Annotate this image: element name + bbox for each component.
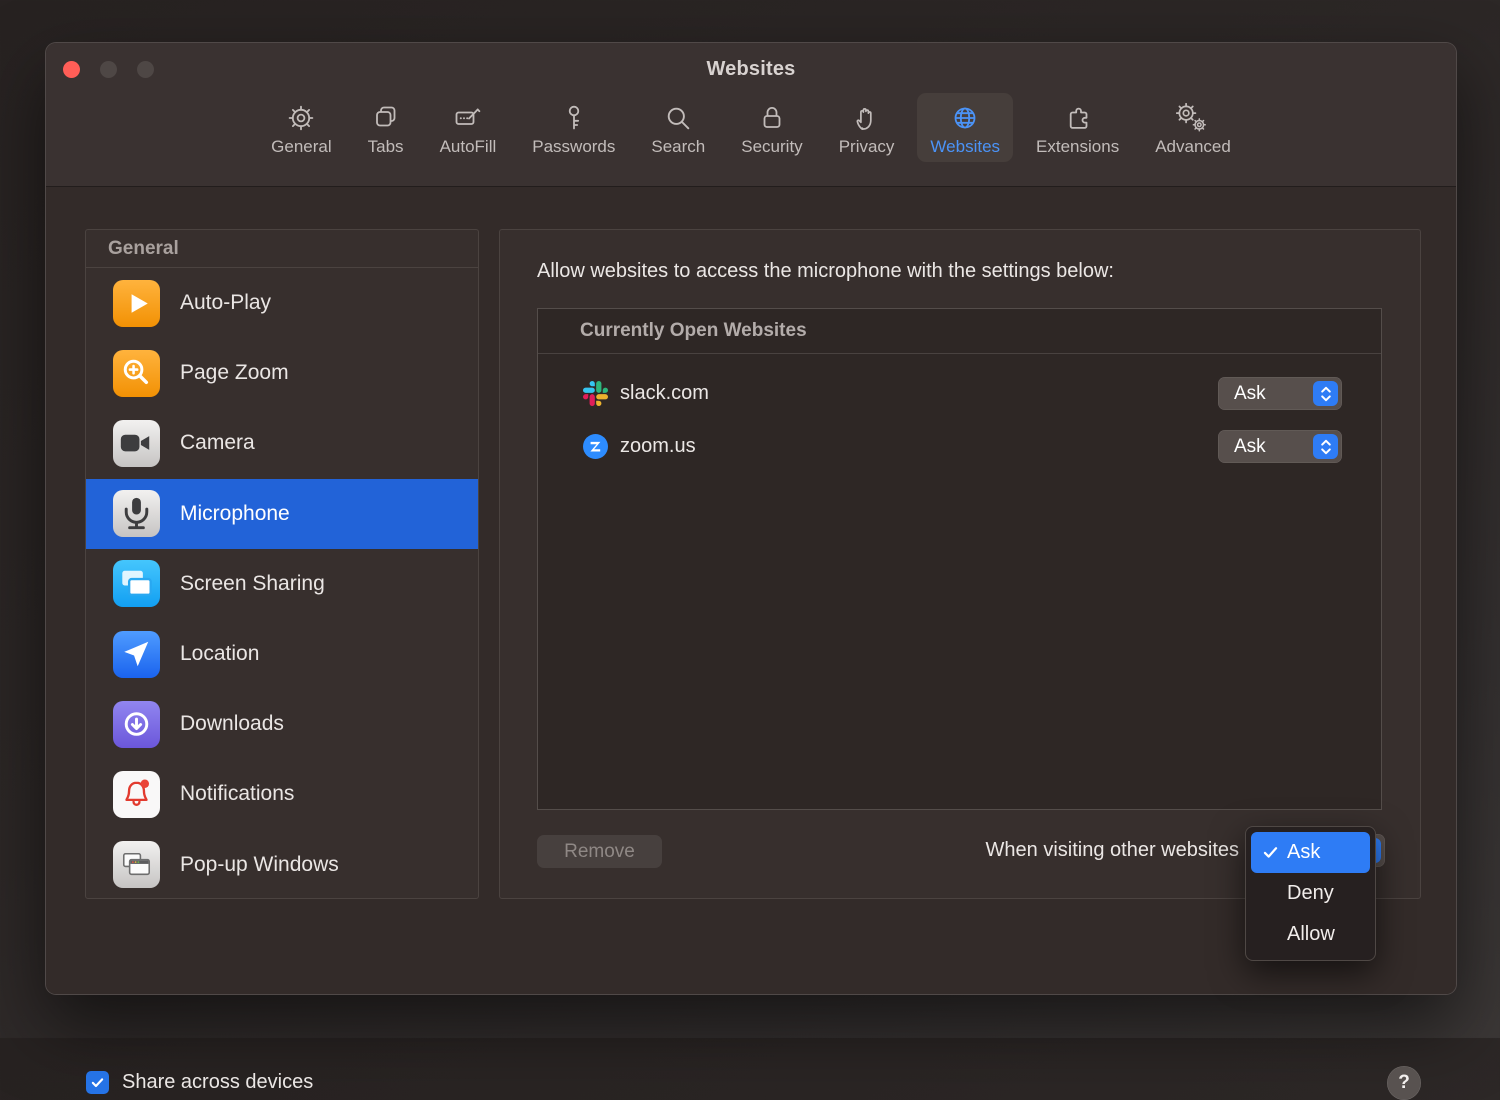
notifications-bell-icon bbox=[113, 771, 160, 818]
slack-favicon bbox=[583, 381, 608, 406]
preferences-content: General Auto-Play Page Zoom bbox=[46, 187, 1456, 994]
toolbar-tab-tabs[interactable]: Tabs bbox=[355, 93, 417, 162]
sidebar-item-label: Camera bbox=[180, 431, 255, 455]
help-button[interactable]: ? bbox=[1387, 1066, 1421, 1100]
autofill-icon bbox=[453, 101, 483, 133]
menu-option-allow[interactable]: Allow bbox=[1251, 914, 1370, 955]
location-arrow-icon bbox=[113, 631, 160, 678]
share-checkbox[interactable] bbox=[86, 1071, 109, 1094]
gear-icon bbox=[286, 101, 316, 133]
menu-option-label: Deny bbox=[1287, 882, 1334, 905]
microphone-settings-panel: Allow websites to access the microphone … bbox=[499, 229, 1421, 899]
dropdown-value: Ask bbox=[1234, 436, 1266, 458]
microphone-icon bbox=[113, 490, 160, 537]
sidebar-item-location[interactable]: Location bbox=[86, 619, 478, 689]
hand-icon bbox=[852, 101, 882, 133]
toolbar-tab-label: AutoFill bbox=[440, 138, 497, 155]
share-checkbox-label: Share across devices bbox=[122, 1071, 313, 1094]
zoom-favicon bbox=[583, 434, 608, 459]
sidebar-item-label: Downloads bbox=[180, 712, 284, 736]
toolbar-tab-label: General bbox=[271, 138, 331, 155]
lock-icon bbox=[757, 101, 787, 133]
sidebar-item-auto-play[interactable]: Auto-Play bbox=[86, 268, 478, 338]
toolbar-tab-general[interactable]: General bbox=[258, 93, 344, 162]
toolbar-tab-label: Search bbox=[651, 138, 705, 155]
menu-option-label: Ask bbox=[1287, 841, 1320, 864]
toolbar-tab-autofill[interactable]: AutoFill bbox=[427, 93, 510, 162]
toolbar-tab-label: Security bbox=[741, 138, 802, 155]
toolbar-tab-advanced[interactable]: Advanced bbox=[1142, 93, 1244, 162]
toolbar-tab-label: Passwords bbox=[532, 138, 615, 155]
toolbar-tab-label: Tabs bbox=[368, 138, 404, 155]
page-zoom-icon bbox=[113, 350, 160, 397]
toolbar-tab-extensions[interactable]: Extensions bbox=[1023, 93, 1132, 162]
table-row[interactable]: slack.com Ask bbox=[538, 367, 1381, 420]
check-icon bbox=[1258, 844, 1282, 861]
sidebar-item-label: Pop-up Windows bbox=[180, 853, 339, 877]
sidebar-item-label: Screen Sharing bbox=[180, 572, 325, 596]
toolbar-tab-label: Extensions bbox=[1036, 138, 1119, 155]
toolbar-tab-passwords[interactable]: Passwords bbox=[519, 93, 628, 162]
sidebar-item-label: Notifications bbox=[180, 782, 294, 806]
safari-preferences-window: Websites General Tabs bbox=[45, 42, 1457, 995]
toolbar-tab-search[interactable]: Search bbox=[638, 93, 718, 162]
sidebar-item-label: Location bbox=[180, 642, 259, 666]
up-down-chevrons-icon bbox=[1313, 434, 1338, 459]
permission-dropdown-slack[interactable]: Ask bbox=[1218, 377, 1342, 410]
site-domain: zoom.us bbox=[620, 435, 696, 458]
up-down-chevrons-icon bbox=[1313, 381, 1338, 406]
auto-play-icon bbox=[113, 280, 160, 327]
permission-popup-menu: Ask Deny Allow bbox=[1245, 826, 1376, 961]
toolbar-tab-label: Advanced bbox=[1155, 138, 1231, 155]
screen-sharing-icon bbox=[113, 560, 160, 607]
when-visiting-label: When visiting other websites bbox=[986, 834, 1239, 867]
sidebar: General Auto-Play Page Zoom bbox=[85, 229, 479, 899]
downloads-icon bbox=[113, 701, 160, 748]
sidebar-item-screen-sharing[interactable]: Screen Sharing bbox=[86, 549, 478, 619]
camera-icon bbox=[113, 420, 160, 467]
pop-up-windows-icon bbox=[113, 841, 160, 888]
toolbar-tab-security[interactable]: Security bbox=[728, 93, 815, 162]
titlebar-toolbar: Websites General Tabs bbox=[46, 43, 1456, 187]
toolbar-tab-privacy[interactable]: Privacy bbox=[826, 93, 908, 162]
table-header: Currently Open Websites bbox=[538, 309, 1381, 354]
sidebar-section-header: General bbox=[86, 230, 478, 268]
currently-open-websites-table: Currently Open Websites slack.com bbox=[537, 308, 1382, 810]
double-gear-icon bbox=[1176, 101, 1210, 133]
share-across-devices-row[interactable]: Share across devices bbox=[86, 1071, 313, 1094]
sidebar-item-camera[interactable]: Camera bbox=[86, 408, 478, 478]
sidebar-item-pop-up-windows[interactable]: Pop-up Windows bbox=[86, 830, 478, 900]
panel-description: Allow websites to access the microphone … bbox=[537, 260, 1114, 283]
toolbar-tab-label: Websites bbox=[930, 138, 1000, 155]
sidebar-item-notifications[interactable]: Notifications bbox=[86, 759, 478, 829]
search-icon bbox=[663, 101, 693, 133]
sidebar-item-label: Auto-Play bbox=[180, 291, 271, 315]
preferences-toolbar: General Tabs bbox=[46, 93, 1456, 162]
sidebar-item-page-zoom[interactable]: Page Zoom bbox=[86, 338, 478, 408]
table-rows: slack.com Ask bbox=[538, 354, 1381, 473]
menu-option-ask[interactable]: Ask bbox=[1251, 832, 1370, 873]
sidebar-item-label: Page Zoom bbox=[180, 361, 289, 385]
toolbar-tab-websites[interactable]: Websites bbox=[917, 93, 1013, 162]
key-icon bbox=[559, 101, 589, 133]
globe-icon bbox=[950, 101, 980, 133]
site-domain: slack.com bbox=[620, 382, 709, 405]
menu-option-label: Allow bbox=[1287, 923, 1335, 946]
table-row[interactable]: zoom.us Ask bbox=[538, 420, 1381, 473]
sidebar-item-label: Microphone bbox=[180, 502, 290, 526]
menu-option-deny[interactable]: Deny bbox=[1251, 873, 1370, 914]
remove-button[interactable]: Remove bbox=[537, 835, 662, 868]
window-title: Websites bbox=[46, 58, 1456, 81]
toolbar-tab-label: Privacy bbox=[839, 138, 895, 155]
dropdown-value: Ask bbox=[1234, 383, 1266, 405]
tabs-icon bbox=[371, 101, 401, 133]
permission-dropdown-zoom[interactable]: Ask bbox=[1218, 430, 1342, 463]
sidebar-item-downloads[interactable]: Downloads bbox=[86, 689, 478, 759]
sidebar-item-microphone[interactable]: Microphone bbox=[86, 479, 478, 549]
puzzle-icon bbox=[1063, 101, 1093, 133]
